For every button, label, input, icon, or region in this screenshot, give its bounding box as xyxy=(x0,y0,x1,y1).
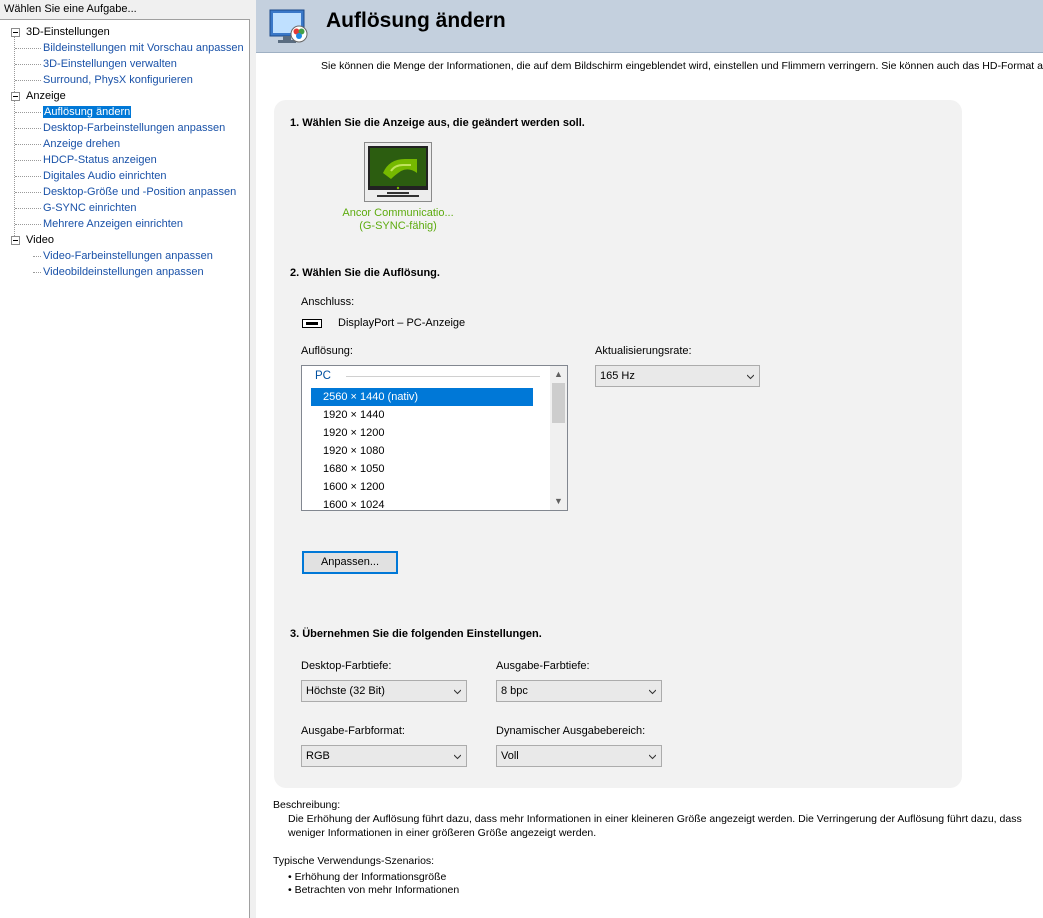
chevron-down-icon xyxy=(649,689,656,695)
displayport-icon xyxy=(302,319,322,328)
section-1-title: 1. Wählen Sie die Anzeige aus, die geänd… xyxy=(290,117,585,129)
resolution-option[interactable]: 1600 × 1200 xyxy=(311,478,533,496)
display-settings-icon xyxy=(269,9,308,43)
tree-item-hdcp-status[interactable]: HDCP-Status anzeigen xyxy=(0,152,248,168)
monitor-icon xyxy=(368,146,428,197)
monitor-gsync-label: (G-SYNC-fähig) xyxy=(359,220,437,232)
tree-item-surround-physx[interactable]: Surround, PhysX konfigurieren xyxy=(0,72,248,88)
resolution-scrollbar[interactable]: ▲ ▼ xyxy=(550,366,567,510)
output-format-value: RGB xyxy=(306,750,330,762)
desktop-depth-dropdown[interactable]: Höchste (32 Bit) xyxy=(301,680,467,702)
tree-group-video[interactable]: Video xyxy=(0,232,248,248)
scenarios-heading: Typische Verwendungs-Szenarios: xyxy=(273,855,435,867)
tree-item-desktop-size[interactable]: Desktop-Größe und -Position anpassen xyxy=(0,184,248,200)
tree-group-display[interactable]: Anzeige xyxy=(0,88,248,104)
tree-item-video-image[interactable]: Videobildeinstellungen anpassen xyxy=(0,264,248,280)
scroll-thumb[interactable] xyxy=(552,383,565,423)
content-area: Auflösung ändern Sie können die Menge de… xyxy=(256,0,1043,918)
collapse-icon[interactable] xyxy=(11,92,20,101)
resolution-option[interactable]: 1920 × 1080 xyxy=(311,442,533,460)
output-format-dropdown[interactable]: RGB xyxy=(301,745,467,767)
tree-item-desktop-color[interactable]: Desktop-Farbeinstellungen anpassen xyxy=(0,120,248,136)
desktop-depth-label: Desktop-Farbtiefe: xyxy=(301,660,392,672)
scenario-item: • Erhöhung der Informationsgröße xyxy=(288,871,447,883)
chevron-down-icon xyxy=(454,689,461,695)
page-header: Auflösung ändern xyxy=(256,0,1043,53)
tree-item-gsync[interactable]: G-SYNC einrichten xyxy=(0,200,248,216)
refresh-rate-dropdown[interactable]: 165 Hz xyxy=(595,365,760,387)
scenario-item: • Betrachten von mehr Informationen xyxy=(288,884,460,896)
refresh-rate-label: Aktualisierungsrate: xyxy=(595,345,692,357)
task-tree: 3D-Einstellungen Bildeinstellungen mit V… xyxy=(0,24,248,280)
resolution-list[interactable]: PC 2560 × 1440 (nativ) 1920 × 1440 1920 … xyxy=(301,365,568,511)
tree-item-digital-audio[interactable]: Digitales Audio einrichten xyxy=(0,168,248,184)
connection-label: Anschluss: xyxy=(301,296,355,308)
monitor-tile[interactable] xyxy=(364,142,432,202)
tree-item-manage-3d[interactable]: 3D-Einstellungen verwalten xyxy=(0,56,248,72)
dynamic-range-label: Dynamischer Ausgabebereich: xyxy=(496,725,646,737)
description-text: Die Erhöhung der Auflösung führt dazu, d… xyxy=(288,813,1022,839)
resolution-option[interactable]: 1920 × 1440 xyxy=(311,406,533,424)
output-depth-value: 8 bpc xyxy=(501,685,528,697)
resolution-option[interactable]: 1600 × 1024 xyxy=(311,496,533,510)
collapse-icon[interactable] xyxy=(11,28,20,37)
section-3-title: 3. Übernehmen Sie die folgenden Einstell… xyxy=(290,628,542,640)
output-format-label: Ausgabe-Farbformat: xyxy=(301,725,405,737)
settings-panel: 1. Wählen Sie die Anzeige aus, die geänd… xyxy=(274,100,962,788)
desktop-depth-value: Höchste (32 Bit) xyxy=(306,685,385,697)
description-heading: Beschreibung: xyxy=(273,799,341,811)
task-panel: Wählen Sie eine Aufgabe... 3D-Einstellun… xyxy=(0,0,250,918)
page-intro: Sie können die Menge der Informationen, … xyxy=(321,60,1043,72)
collapse-icon[interactable] xyxy=(11,236,20,245)
chevron-down-icon xyxy=(747,374,754,380)
scroll-up-icon[interactable]: ▲ xyxy=(550,366,567,383)
tree-group-label: 3D-Einstellungen xyxy=(26,26,110,38)
chevron-down-icon xyxy=(454,754,461,760)
monitor-name: Ancor Communicatio... xyxy=(342,207,454,219)
customize-button[interactable]: Anpassen... xyxy=(302,551,398,574)
tree-group-label: Video xyxy=(26,234,54,246)
output-depth-label: Ausgabe-Farbtiefe: xyxy=(496,660,590,672)
output-depth-dropdown[interactable]: 8 bpc xyxy=(496,680,662,702)
task-panel-header: Wählen Sie eine Aufgabe... xyxy=(0,0,250,20)
scroll-down-icon[interactable]: ▼ xyxy=(550,493,567,510)
tree-item-video-color[interactable]: Video-Farbeinstellungen anpassen xyxy=(0,248,248,264)
resolution-option[interactable]: 2560 × 1440 (nativ) xyxy=(311,388,533,406)
group-divider xyxy=(346,376,540,377)
chevron-down-icon xyxy=(649,754,656,760)
tree-item-image-settings-preview[interactable]: Bildeinstellungen mit Vorschau anpassen xyxy=(0,40,248,56)
tree-item-rotate-display[interactable]: Anzeige drehen xyxy=(0,136,248,152)
tree-item-multiple-displays[interactable]: Mehrere Anzeigen einrichten xyxy=(0,216,248,232)
page-title: Auflösung ändern xyxy=(326,9,506,32)
resolution-group-header: PC xyxy=(315,370,331,382)
resolution-option[interactable]: 1920 × 1200 xyxy=(311,424,533,442)
connection-value: DisplayPort – PC-Anzeige xyxy=(338,317,466,329)
tree-item-change-resolution[interactable]: Auflösung ändern xyxy=(0,104,248,120)
resolution-label: Auflösung: xyxy=(301,345,353,357)
dynamic-range-value: Voll xyxy=(501,750,519,762)
dynamic-range-dropdown[interactable]: Voll xyxy=(496,745,662,767)
tree-group-3d[interactable]: 3D-Einstellungen xyxy=(0,24,248,40)
section-2-title: 2. Wählen Sie die Auflösung. xyxy=(290,267,440,279)
monitor-label[interactable]: Ancor Communicatio... (G-SYNC-fähig) xyxy=(330,207,466,233)
refresh-rate-value: 165 Hz xyxy=(600,370,635,382)
resolution-option[interactable]: 1680 × 1050 xyxy=(311,460,533,478)
tree-group-label: Anzeige xyxy=(26,90,66,102)
